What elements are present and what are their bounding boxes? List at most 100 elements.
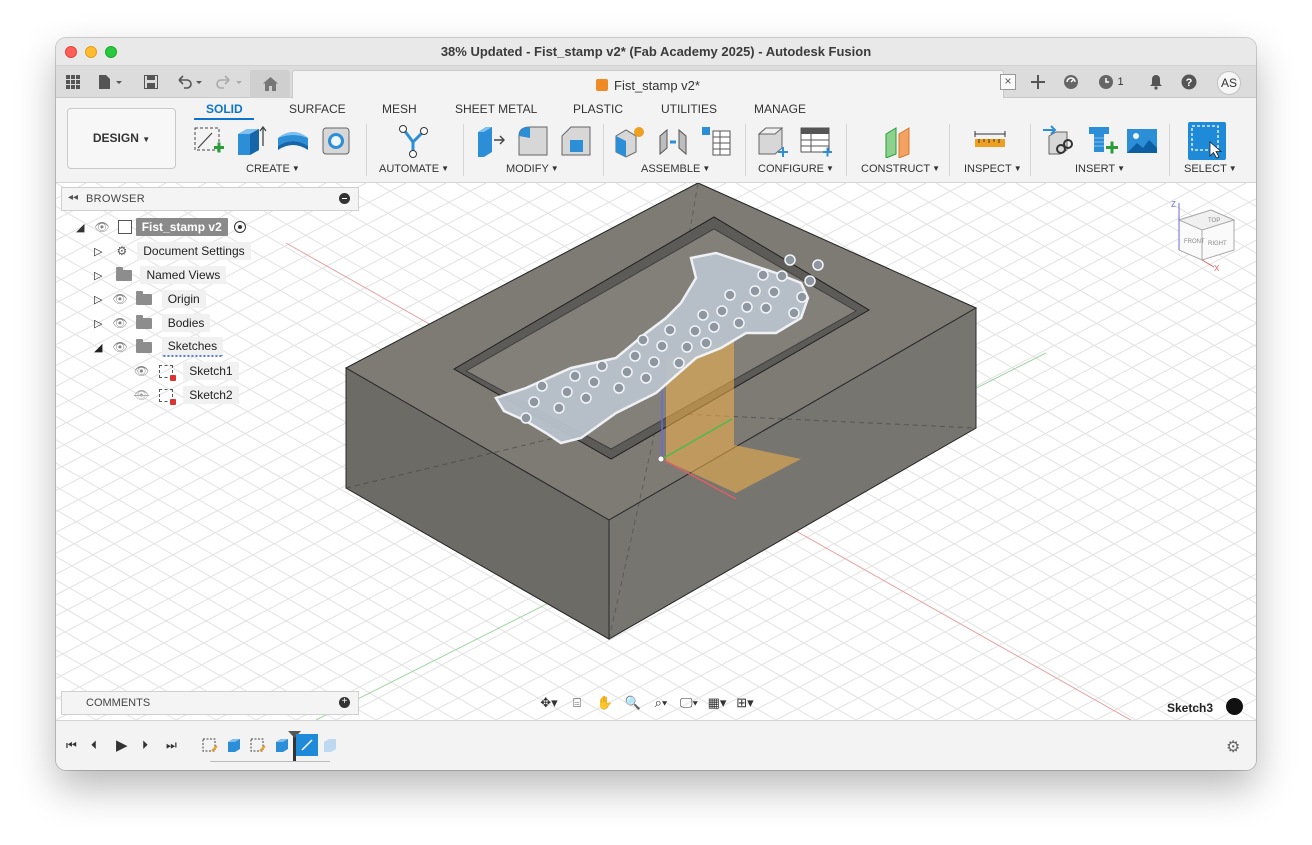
group-assemble[interactable]: ASSEMBLE ▼ xyxy=(641,163,710,175)
group-inspect[interactable]: INSPECT ▼ xyxy=(964,163,1022,175)
timeline-sketch-icon[interactable] xyxy=(202,737,218,753)
timeline-sketch-icon[interactable] xyxy=(250,737,266,753)
collapse-caret-icon[interactable]: ◢ xyxy=(94,341,102,354)
expand-caret-icon[interactable]: ▷ xyxy=(94,293,102,306)
group-automate[interactable]: AUTOMATE ▼ xyxy=(379,163,449,175)
document-tab[interactable]: Fist_stamp v2* xyxy=(292,70,1004,98)
tree-node-bodies[interactable]: ▷ 👁 Bodies xyxy=(94,312,211,334)
tree-node-document-settings[interactable]: ▷ ⚙ Document Settings xyxy=(94,240,251,262)
home-button[interactable] xyxy=(250,70,290,98)
timeline-extrude-icon[interactable] xyxy=(274,737,290,753)
timeline-settings-gear-icon[interactable]: ⚙ xyxy=(1226,737,1240,757)
configure-icon[interactable] xyxy=(756,124,790,158)
tree-node-origin[interactable]: ▷ 👁 Origin xyxy=(94,288,206,310)
group-create[interactable]: CREATE ▼ xyxy=(246,163,300,175)
new-component-icon[interactable] xyxy=(613,124,647,158)
expand-caret-icon[interactable]: ▷ xyxy=(94,245,102,258)
timeline-extrude-icon[interactable] xyxy=(226,737,242,753)
chamfer-icon[interactable] xyxy=(559,124,593,158)
group-insert[interactable]: INSERT ▼ xyxy=(1075,163,1125,175)
group-configure[interactable]: CONFIGURE ▼ xyxy=(758,163,834,175)
file-icon[interactable] xyxy=(96,71,126,93)
skip-end-icon[interactable]: ⏭ xyxy=(166,738,177,753)
tab-manage[interactable]: MANAGE xyxy=(754,102,806,116)
extrude-icon[interactable] xyxy=(233,124,267,158)
orbit-icon[interactable]: ✥▾ xyxy=(538,695,560,711)
insert-mcmaster-icon[interactable] xyxy=(1085,124,1119,158)
collapse-panel-icon[interactable]: ◂◂ xyxy=(68,192,78,203)
grid-icon[interactable] xyxy=(64,71,82,93)
select-tool-button[interactable] xyxy=(1188,122,1226,160)
pan-hand-icon[interactable]: ✋ xyxy=(594,695,616,711)
tree-node-named-views[interactable]: ▷ Named Views xyxy=(94,264,227,286)
visibility-eye-icon[interactable]: 👁 xyxy=(112,340,127,354)
undo-icon[interactable] xyxy=(174,71,204,93)
play-icon[interactable]: ▶ xyxy=(116,736,128,754)
visibility-eye-icon[interactable]: 👁 xyxy=(112,292,127,306)
step-back-icon[interactable]: ⏴ xyxy=(91,738,97,753)
canvas-viewport[interactable]: TOP FRONT RIGHT Z X ◂◂ BROWSER ◢ 👁 Fist_… xyxy=(56,183,1256,720)
sketch-status-icon[interactable] xyxy=(1226,698,1243,715)
visibility-eye-icon[interactable]: 👁 xyxy=(112,316,127,330)
revolve-icon[interactable] xyxy=(276,124,310,158)
skip-start-icon[interactable]: ⏮ xyxy=(66,738,77,753)
viewports-icon[interactable]: ⊞▾ xyxy=(734,695,756,711)
tree-node-sketches[interactable]: ◢ 👁 Sketches xyxy=(94,336,224,358)
tree-node-sketch1[interactable]: 👁 Sketch1 xyxy=(134,360,239,382)
separator xyxy=(603,124,604,176)
comments-panel-header[interactable]: COMMENTS + xyxy=(61,691,359,715)
configuration-table-icon[interactable] xyxy=(799,124,833,158)
tree-root[interactable]: ◢ 👁 Fist_stamp v2 xyxy=(76,216,246,238)
insert-derive-icon[interactable] xyxy=(1041,124,1075,158)
bell-icon[interactable] xyxy=(1146,71,1166,93)
expand-caret-icon[interactable]: ▷ xyxy=(94,269,102,282)
browser-panel-header[interactable]: ◂◂ BROWSER xyxy=(61,187,359,211)
save-icon[interactable] xyxy=(142,71,160,93)
visibility-eye-icon[interactable]: 👁 xyxy=(134,364,149,378)
create-sketch-icon[interactable] xyxy=(192,124,226,158)
tab-surface[interactable]: SURFACE xyxy=(289,102,346,116)
minimize-panel-icon[interactable] xyxy=(339,193,350,204)
visibility-eye-icon[interactable]: 👁 xyxy=(94,220,109,234)
jobs-status[interactable]: 1 xyxy=(1094,71,1128,93)
bill-of-materials-icon[interactable] xyxy=(699,124,733,158)
tab-utilities[interactable]: UTILITIES xyxy=(661,102,717,116)
zoom-icon[interactable]: 🔍 xyxy=(622,695,644,711)
group-modify[interactable]: MODIFY ▼ xyxy=(506,163,559,175)
group-select[interactable]: SELECT ▼ xyxy=(1184,163,1237,175)
zoom-window-icon[interactable]: ⌕▾ xyxy=(650,695,672,711)
tab-mesh[interactable]: MESH xyxy=(382,102,417,116)
hidden-eye-icon[interactable]: 👁 xyxy=(134,388,149,402)
redo-icon[interactable] xyxy=(214,71,244,93)
look-at-icon[interactable]: ⌸ xyxy=(566,695,588,711)
step-forward-icon[interactable]: ⏵ xyxy=(142,738,148,753)
workspace-switcher[interactable]: DESIGN ▼ xyxy=(67,108,176,169)
fillet-icon[interactable] xyxy=(516,124,550,158)
close-tab-button[interactable]: × xyxy=(1000,74,1016,90)
timeline-extrude-suppressed-icon[interactable] xyxy=(322,737,338,753)
shell-icon[interactable] xyxy=(319,124,353,158)
insert-canvas-icon[interactable] xyxy=(1125,124,1159,158)
tree-node-sketch2[interactable]: 👁 Sketch2 xyxy=(134,384,239,406)
timeline-bar: ⏮ ⏴ ▶ ⏵ ⏭ ⚙ xyxy=(56,720,1256,770)
tab-plastic[interactable]: PLASTIC xyxy=(573,102,623,116)
expand-caret-icon[interactable]: ▷ xyxy=(94,317,102,330)
user-avatar[interactable]: AS xyxy=(1217,71,1241,95)
expand-caret-icon[interactable]: ◢ xyxy=(76,221,84,234)
tab-sheet-metal[interactable]: SHEET METAL xyxy=(455,102,537,116)
display-settings-icon[interactable]: 🖵▾ xyxy=(678,695,700,711)
grid-settings-icon[interactable]: ▦▾ xyxy=(706,695,728,711)
measure-icon[interactable] xyxy=(973,124,1007,158)
plus-icon[interactable] xyxy=(1028,71,1048,93)
offline-icon[interactable] xyxy=(1061,71,1081,93)
automate-icon[interactable] xyxy=(396,124,430,158)
press-pull-icon[interactable] xyxy=(474,124,508,158)
group-construct[interactable]: CONSTRUCT ▼ xyxy=(861,163,940,175)
help-icon[interactable]: ? xyxy=(1179,71,1199,93)
tab-solid[interactable]: SOLID xyxy=(206,102,243,116)
joint-icon[interactable] xyxy=(656,124,690,158)
offset-plane-icon[interactable] xyxy=(882,124,916,158)
activate-radio-icon[interactable] xyxy=(233,221,246,233)
timeline-active-sketch[interactable] xyxy=(296,734,318,756)
add-comment-icon[interactable]: + xyxy=(339,697,350,708)
